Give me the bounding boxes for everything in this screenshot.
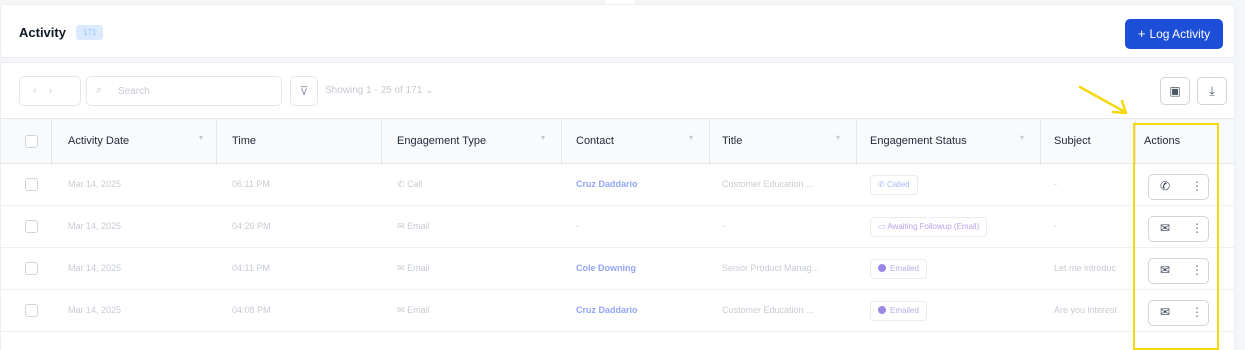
table-row[interactable]: Mar 14, 2025 04:08 PM ✉ Email Cruz Dadda… <box>1 290 1234 332</box>
status-badge: Emailed <box>870 301 927 321</box>
sort-icon[interactable]: ▾ <box>836 133 840 142</box>
sort-icon[interactable]: ▾ <box>1020 133 1024 142</box>
status-badge: Emailed <box>870 259 927 279</box>
log-activity-button[interactable]: + Log Activity <box>1125 19 1223 49</box>
table-header: Activity Date ▾ Time Engagement Type ▾ C… <box>1 118 1234 165</box>
activity-time: 04:08 PM <box>232 305 271 315</box>
sort-icon[interactable]: ▾ <box>541 133 545 142</box>
row-checkbox[interactable] <box>25 262 38 275</box>
chevron-left-icon[interactable]: ‹ <box>33 85 49 97</box>
table-row[interactable]: Mar 14, 2025 04:11 PM ✉ Email Cole Downi… <box>1 248 1234 290</box>
row-checkbox[interactable] <box>25 178 38 191</box>
select-all-checkbox[interactable] <box>25 135 38 148</box>
activity-table: Activity Date ▾ Time Engagement Type ▾ C… <box>0 118 1235 350</box>
search-input[interactable]: ⌕ Search <box>86 76 282 106</box>
mail-icon: ✉ <box>397 221 405 231</box>
plus-icon: + <box>1137 26 1146 41</box>
contact-title: Customer Education ... <box>722 179 814 189</box>
filter-icon: ⊽ <box>299 84 309 98</box>
status-dot-icon <box>878 306 886 314</box>
activity-time: 06:11 PM <box>232 179 270 189</box>
phone-icon: ✆ <box>397 179 405 189</box>
row-checkbox[interactable] <box>25 220 38 233</box>
row-checkbox[interactable] <box>25 304 38 317</box>
col-title[interactable]: Title <box>722 135 742 147</box>
mail-icon: ✉ <box>397 263 405 273</box>
showing-count[interactable]: Showing 1 - 25 of 171 ⌄ <box>325 85 433 96</box>
contact-link: - <box>576 221 579 231</box>
status-badge: ▭ Awaiting Followup (Email) <box>870 217 988 237</box>
contact-title: Senior Product Manag... <box>722 263 820 273</box>
download-icon: ⤓ <box>1209 84 1215 98</box>
col-activity-date[interactable]: Activity Date <box>68 135 129 147</box>
annotation-arrow-icon <box>1078 85 1128 115</box>
activity-date: Mar 14, 2025 <box>68 221 122 231</box>
pagination-arrows: ‹› <box>19 76 81 106</box>
mail-icon: ✉ <box>397 305 405 315</box>
col-engagement-type[interactable]: Engagement Type <box>397 135 486 147</box>
activity-date: Mar 14, 2025 <box>68 305 122 315</box>
page-title: Activity <box>19 25 66 40</box>
actions-column-highlight <box>1133 123 1219 350</box>
activity-time: 04:26 PM <box>232 221 271 231</box>
layout-icon: ▣ <box>1169 84 1181 98</box>
activity-time: 04:11 PM <box>232 263 270 273</box>
contact-link[interactable]: Cruz Daddario <box>576 179 638 189</box>
engagement-type: ✆ Call <box>397 179 423 189</box>
download-button[interactable]: ⤓ <box>1197 77 1227 105</box>
sort-icon[interactable]: ▾ <box>689 133 693 142</box>
contact-link[interactable]: Cruz Daddario <box>576 305 638 315</box>
search-placeholder: Search <box>118 86 150 97</box>
filter-button[interactable]: ⊽ <box>290 76 318 106</box>
col-contact[interactable]: Contact <box>576 135 614 147</box>
activity-count-badge: 171 <box>76 25 104 40</box>
subject: - <box>1054 221 1057 231</box>
status-badge: ✆ Called <box>870 175 918 195</box>
search-icon: ⌕ <box>96 84 103 96</box>
subject: - <box>1054 179 1057 189</box>
col-time[interactable]: Time <box>232 135 256 147</box>
activity-date: Mar 14, 2025 <box>68 179 122 189</box>
subject: Are you interest <box>1054 305 1118 315</box>
layout-button[interactable]: ▣ <box>1160 77 1190 105</box>
phone-icon: ✆ <box>878 180 885 189</box>
col-engagement-status[interactable]: Engagement Status <box>870 135 967 147</box>
col-subject[interactable]: Subject <box>1054 135 1091 147</box>
table-row[interactable]: Mar 14, 2025 04:26 PM ✉ Email - - ▭ Awai… <box>1 206 1234 248</box>
contact-title: Customer Education ... <box>722 305 814 315</box>
subject: Let me introduc <box>1054 263 1117 273</box>
engagement-type: ✉ Email <box>397 221 430 231</box>
engagement-type: ✉ Email <box>397 305 430 315</box>
sort-icon[interactable]: ▾ <box>199 133 203 142</box>
table-row[interactable]: Mar 14, 2025 06:11 PM ✆ Call Cruz Daddar… <box>1 164 1234 206</box>
activity-date: Mar 14, 2025 <box>68 263 122 273</box>
activity-header: Activity 171 + Log Activity <box>0 4 1235 58</box>
contact-link[interactable]: Cole Downing <box>576 263 636 273</box>
engagement-type: ✉ Email <box>397 263 430 273</box>
contact-title: - <box>722 221 725 231</box>
table-toolbar: ‹› ⌕ Search ⊽ Showing 1 - 25 of 171 ⌄ <box>0 62 1235 118</box>
calendar-icon: ▭ <box>878 222 886 231</box>
status-dot-icon <box>878 264 886 272</box>
chevron-right-icon[interactable]: › <box>49 85 65 97</box>
